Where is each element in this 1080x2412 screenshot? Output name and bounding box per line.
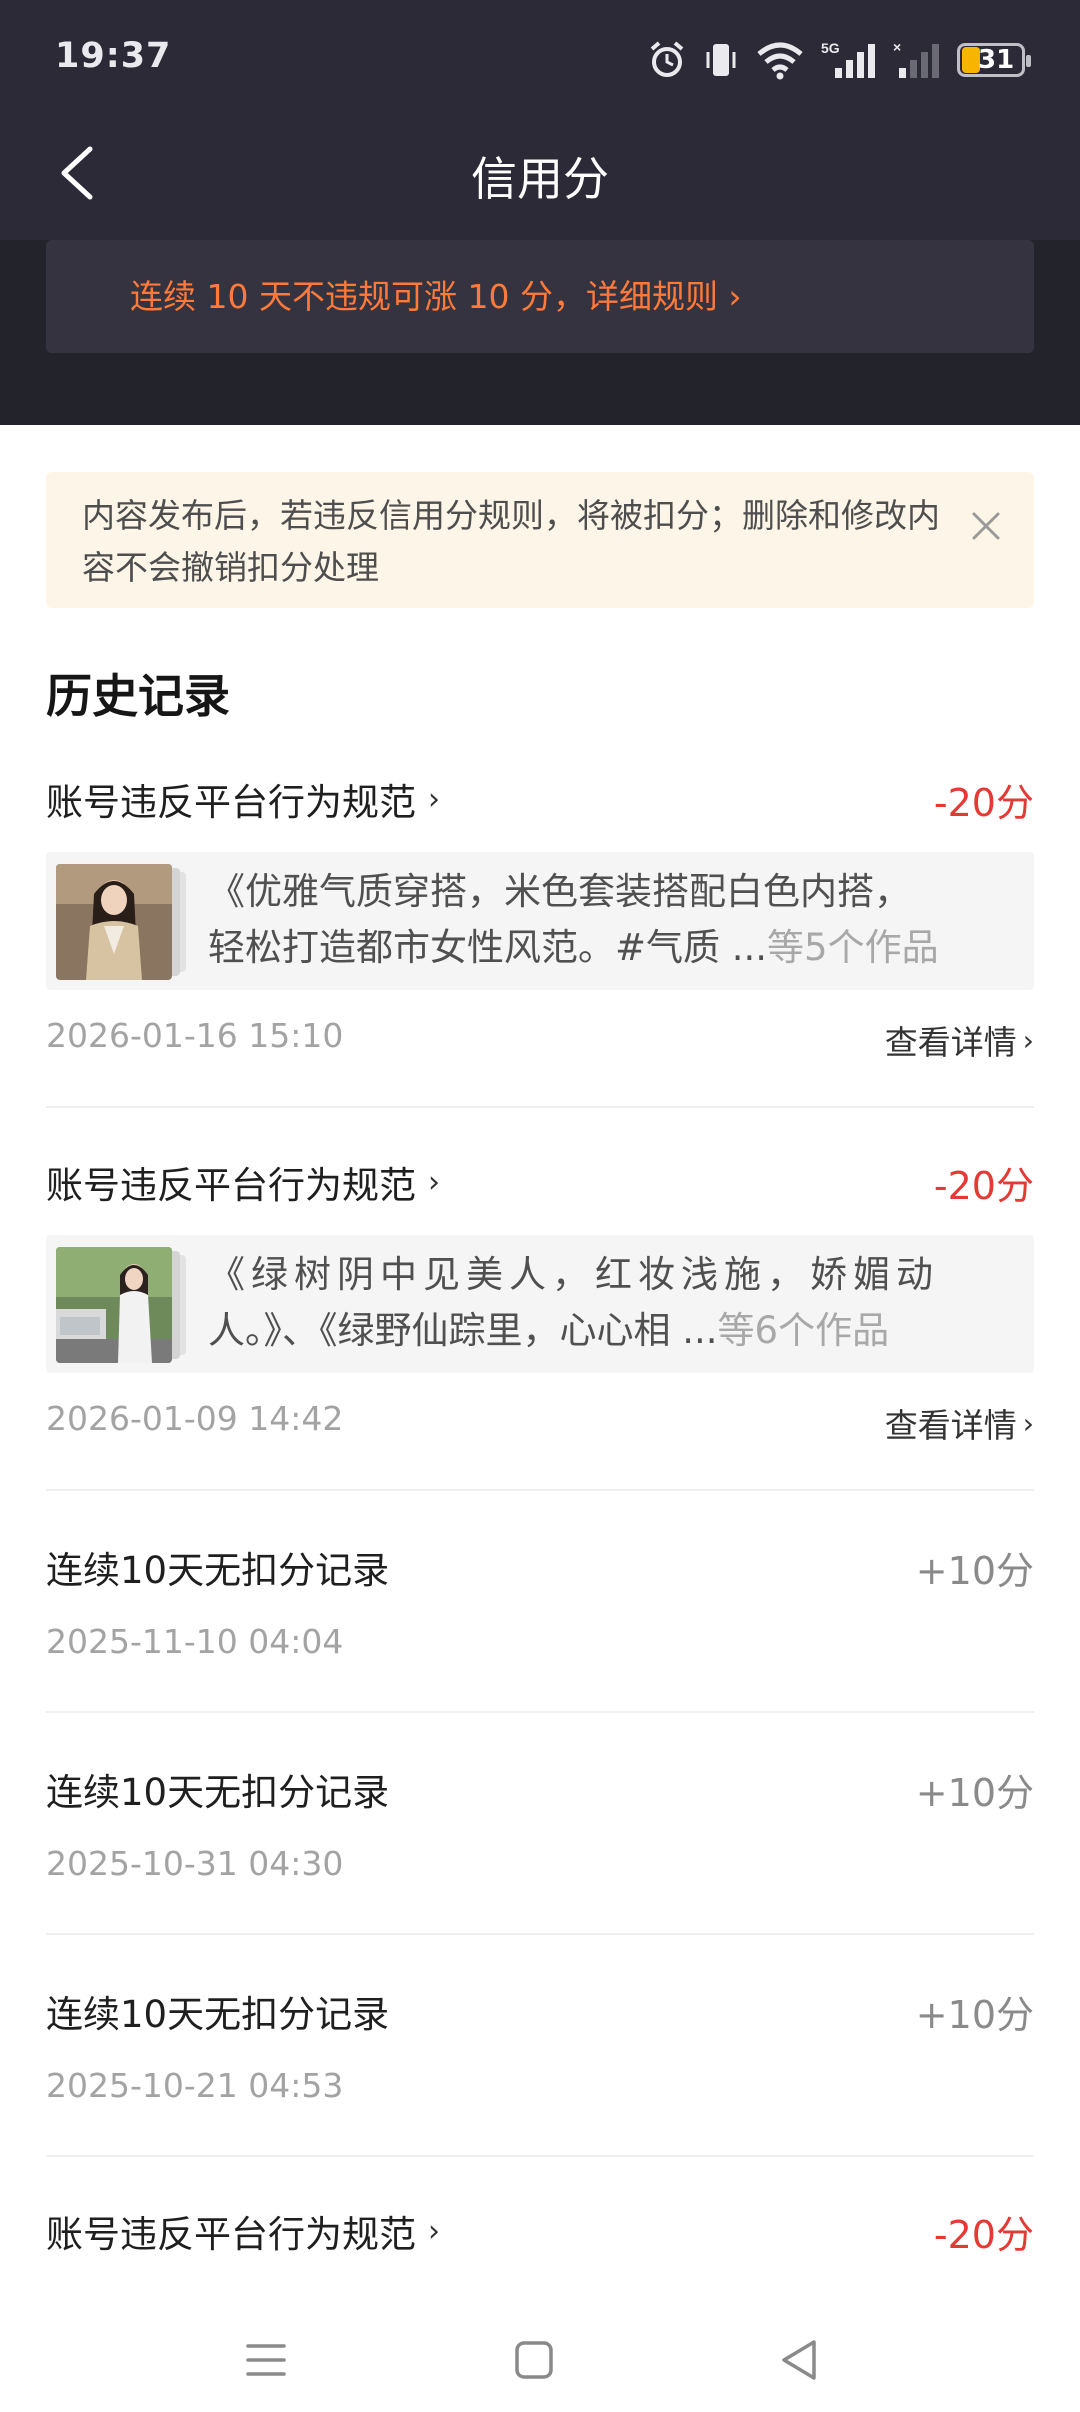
wifi-icon: [757, 42, 803, 80]
view-details-label: 查看详情: [884, 1023, 1017, 1062]
works-line-text: 轻松打造都市女性风范。#气质 ...: [208, 926, 768, 969]
record-date: 2025-10-31 04:30: [46, 1844, 344, 1883]
works-count: 等6个作品: [717, 1309, 890, 1352]
notice-text: 内容发布后，若违反信用分规则，将被扣分；删除和修改内容不会撤销扣分处理: [82, 496, 940, 587]
network-label: 5G: [821, 40, 840, 56]
rule-hint-card[interactable]: 连续 10 天不违规可涨 10 分，详细规则 ›: [46, 240, 1034, 353]
record-title[interactable]: 账号违反平台行为规范 ›: [46, 1155, 440, 1209]
close-icon[interactable]: [966, 506, 1006, 546]
record-title-text: 账号违反平台行为规范: [46, 1164, 416, 1207]
back-triangle-icon[interactable]: [770, 2330, 830, 2390]
chevron-right-icon: ›: [1022, 1406, 1034, 1440]
record-title-text: 账号违反平台行为规范: [46, 2213, 416, 2256]
record-score: -20分: [933, 781, 1034, 825]
chevron-right-icon: ›: [428, 1164, 440, 1200]
view-details-link[interactable]: 查看详情 ›: [885, 1016, 1034, 1064]
works-preview[interactable]: 《优雅气质穿搭，米色套装搭配白色内搭， 轻松打造都市女性风范。#气质 ...等5…: [46, 852, 1034, 990]
record-title-text: 连续10天无扣分记录: [46, 1993, 390, 2036]
page-title: 信用分: [471, 152, 609, 206]
view-details-label: 查看详情: [884, 1406, 1017, 1445]
works-line: 《绿树阴中见美人，红妆浅施，娇媚动: [208, 1253, 939, 1296]
status-icons: 5G × 31: [647, 40, 1031, 80]
record-date: 2025-11-10 04:04: [46, 1622, 344, 1661]
record-score: +10分: [915, 1549, 1034, 1593]
battery-level: 31: [978, 45, 1015, 75]
works-preview[interactable]: 《绿树阴中见美人，红妆浅施，娇媚动 人。》、《绿野仙踪里，心心相 ...等6个作…: [46, 1235, 1034, 1373]
divider: [46, 1711, 1034, 1713]
record-title[interactable]: 账号违反平台行为规范 ›: [46, 2204, 440, 2258]
menu-icon[interactable]: [236, 2330, 296, 2390]
alarm-icon: [650, 41, 684, 77]
vibrate-icon: [706, 44, 736, 76]
record-title: 连续10天无扣分记录: [46, 1540, 389, 1594]
status-bar: 19:37 5G × 31: [55, 36, 1031, 86]
works-line: 轻松打造都市女性风范。#气质 ...等5个作品: [208, 920, 998, 976]
divider: [46, 1933, 1034, 1935]
record-date: 2026-01-09 14:42: [46, 1399, 344, 1438]
status-time: 19:37: [55, 36, 172, 76]
record-title: 连续10天无扣分记录: [46, 1984, 389, 2038]
works-line: 人。》、《绿野仙踪里，心心相 ...等6个作品: [208, 1303, 998, 1359]
record-title[interactable]: 账号违反平台行为规范 ›: [46, 772, 440, 826]
divider: [46, 1106, 1034, 1108]
home-square-icon[interactable]: [504, 2330, 564, 2390]
thumbnail-stack: [56, 1247, 186, 1363]
record-title-text: 连续10天无扣分记录: [46, 1771, 390, 1814]
notice-banner: 内容发布后，若违反信用分规则，将被扣分；删除和修改内容不会撤销扣分处理: [46, 472, 1034, 608]
works-text: 《优雅气质穿搭，米色套装搭配白色内搭， 轻松打造都市女性风范。#气质 ...等5…: [208, 864, 998, 976]
rule-hint-link[interactable]: 连续 10 天不违规可涨 10 分，详细规则 ›: [130, 270, 742, 318]
works-text: 《绿树阴中见美人，红妆浅施，娇媚动 人。》、《绿野仙踪里，心心相 ...等6个作…: [208, 1247, 998, 1359]
svg-text:×: ×: [893, 40, 901, 55]
chevron-right-icon: ›: [428, 781, 440, 817]
chevron-right-icon: ›: [1022, 1023, 1034, 1057]
record-title-text: 账号违反平台行为规范: [46, 781, 416, 824]
divider: [46, 1489, 1034, 1491]
record-score: -20分: [933, 1164, 1034, 1208]
signal-icon: ×: [893, 40, 939, 78]
divider: [46, 2155, 1034, 2157]
record-title-text: 连续10天无扣分记录: [46, 1549, 390, 1592]
battery-icon: 31: [957, 43, 1031, 77]
record-score: -20分: [933, 2213, 1034, 2257]
view-details-link[interactable]: 查看详情 ›: [885, 1399, 1034, 1447]
works-count: 等5个作品: [767, 926, 939, 969]
signal-5g-icon: 5G: [821, 40, 875, 78]
record-title: 连续10天无扣分记录: [46, 1762, 389, 1816]
record-date: 2025-10-21 04:53: [46, 2066, 344, 2105]
thumbnail-stack: [56, 864, 186, 980]
system-nav-bar: [0, 2300, 1080, 2412]
work-thumbnail: [56, 864, 172, 980]
works-line: 《优雅气质穿搭，米色套装搭配白色内搭，: [208, 870, 911, 913]
record-score: +10分: [915, 1993, 1034, 2037]
record-score: +10分: [915, 1771, 1034, 1815]
record-date: 2026-01-16 15:10: [46, 1016, 344, 1055]
nav-bar: 信用分: [0, 125, 1080, 221]
works-line-text: 人。》、《绿野仙踪里，心心相 ...: [208, 1309, 718, 1352]
history-title: 历史记录: [46, 669, 230, 723]
work-thumbnail: [56, 1247, 172, 1363]
chevron-right-icon: ›: [428, 2213, 440, 2249]
